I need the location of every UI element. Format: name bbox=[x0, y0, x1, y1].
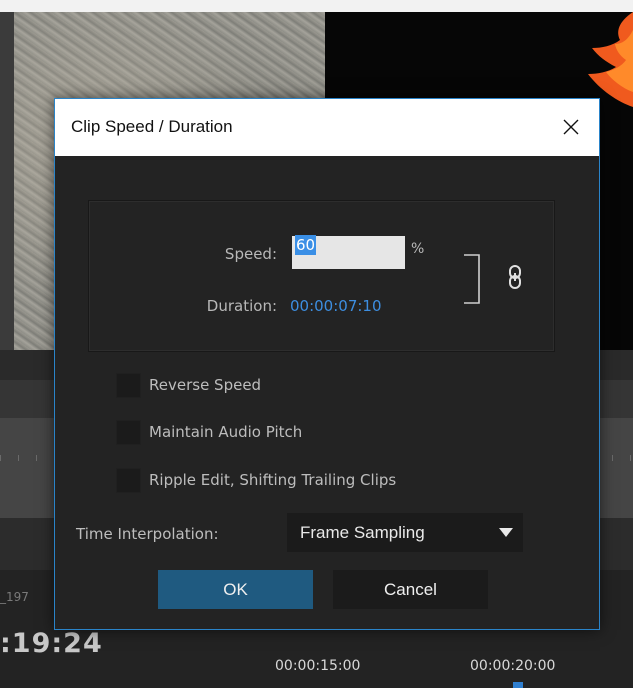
ruler-tick-label: 00:00:20:00 bbox=[470, 658, 556, 674]
maintain-audio-pitch-checkbox[interactable] bbox=[116, 420, 141, 445]
chevron-down-icon bbox=[499, 528, 513, 537]
reverse-speed-label: Reverse Speed bbox=[149, 376, 262, 394]
speed-unit-label: % bbox=[411, 241, 425, 257]
playhead-marker[interactable] bbox=[513, 682, 523, 688]
time-interpolation-dropdown[interactable]: Frame Sampling bbox=[287, 513, 523, 552]
speed-input[interactable]: 60 bbox=[292, 235, 405, 269]
speed-input-value: 60 bbox=[295, 235, 317, 255]
cancel-button[interactable]: Cancel bbox=[333, 570, 488, 609]
source-monitor-edge bbox=[0, 12, 14, 350]
dialog-titlebar[interactable]: Clip Speed / Duration bbox=[55, 99, 599, 156]
dialog-title: Clip Speed / Duration bbox=[71, 117, 233, 136]
ripple-edit-label: Ripple Edit, Shifting Trailing Clips bbox=[149, 471, 397, 489]
flame-graphic bbox=[588, 12, 633, 107]
sequence-name: _197 bbox=[0, 590, 29, 604]
ripple-edit-checkbox[interactable] bbox=[116, 468, 141, 493]
time-interpolation-label: Time Interpolation: bbox=[76, 525, 219, 543]
duration-value[interactable]: 00:00:07:10 bbox=[290, 297, 382, 315]
clip-speed-dialog: Clip Speed / Duration Speed: 60 % Durati… bbox=[54, 98, 600, 630]
duration-label: Duration: bbox=[206, 297, 277, 315]
chain-link-icon[interactable] bbox=[508, 264, 522, 290]
maintain-audio-pitch-label: Maintain Audio Pitch bbox=[149, 423, 303, 441]
ruler-tick-label: 00:00:15:00 bbox=[275, 658, 361, 674]
close-button[interactable] bbox=[551, 107, 591, 147]
speed-label: Speed: bbox=[224, 245, 277, 263]
reverse-speed-checkbox[interactable] bbox=[116, 373, 141, 398]
time-interpolation-value: Frame Sampling bbox=[300, 523, 425, 542]
link-bracket-icon bbox=[464, 254, 480, 304]
window-top-strip bbox=[0, 0, 633, 12]
close-icon bbox=[563, 119, 579, 135]
speed-duration-group: Speed: 60 % Duration: 00:00:07:10 bbox=[88, 200, 555, 352]
ok-button[interactable]: OK bbox=[158, 570, 313, 609]
playhead-timecode[interactable]: :19:24 bbox=[0, 628, 103, 659]
